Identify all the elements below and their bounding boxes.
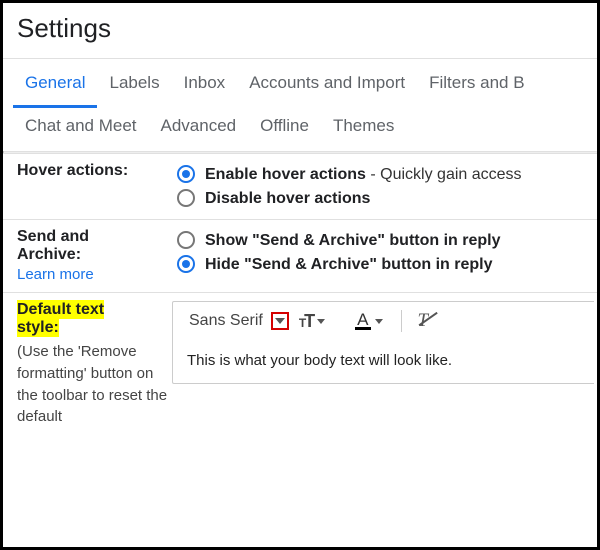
default-style-label-2: style:	[17, 318, 59, 337]
formatting-toolbar: Sans Serif TT A T This is what your body…	[172, 301, 594, 384]
tab-accounts[interactable]: Accounts and Import	[237, 59, 417, 108]
hide-send-archive-label[interactable]: Hide "Send & Archive" button in reply	[205, 254, 493, 276]
remove-formatting-icon: T	[418, 310, 429, 331]
hover-disable-label[interactable]: Disable hover actions	[205, 188, 370, 210]
text-style-preview: This is what your body text will look li…	[185, 346, 584, 379]
tab-advanced[interactable]: Advanced	[149, 108, 249, 151]
remove-formatting-button[interactable]: T	[414, 310, 433, 332]
show-send-archive-label[interactable]: Show "Send & Archive" button in reply	[205, 230, 501, 252]
caret-down-icon	[317, 319, 325, 324]
tab-themes[interactable]: Themes	[321, 108, 406, 151]
font-size-button[interactable]: TT	[295, 311, 329, 332]
default-style-label: Default text style:	[17, 300, 104, 337]
tab-inbox[interactable]: Inbox	[172, 59, 238, 108]
tab-general[interactable]: General	[13, 59, 97, 108]
send-archive-label-1: Send and	[17, 228, 89, 245]
send-archive-label-2: Archive:	[17, 246, 81, 263]
learn-more-link[interactable]: Learn more	[17, 266, 94, 283]
page-title: Settings	[17, 13, 583, 44]
hover-enable-desc: - Quickly gain access	[366, 166, 522, 183]
section-default-text-style: Default text style: (Use the 'Remove for…	[3, 292, 597, 462]
tab-chat[interactable]: Chat and Meet	[13, 108, 149, 151]
radio-hide-send-archive[interactable]	[177, 255, 195, 273]
radio-show-send-archive[interactable]	[177, 231, 195, 249]
tab-offline[interactable]: Offline	[248, 108, 321, 151]
hover-actions-label: Hover actions:	[17, 162, 128, 179]
toolbar-separator	[401, 310, 402, 332]
caret-down-icon	[375, 319, 383, 324]
section-hover-actions: Hover actions: Enable hover actions - Qu…	[3, 153, 597, 219]
text-size-icon: TT	[299, 311, 313, 332]
show-send-archive-text: Show "Send & Archive" button in reply	[205, 232, 501, 249]
text-color-button[interactable]: A	[349, 313, 388, 330]
default-style-help: (Use the 'Remove formatting' button on t…	[17, 341, 177, 428]
caret-down-icon	[275, 318, 285, 324]
font-family-button[interactable]: Sans Serif	[185, 310, 265, 332]
tab-filters[interactable]: Filters and B	[417, 59, 536, 108]
radio-hover-disable[interactable]	[177, 189, 195, 207]
hover-disable-strong: Disable hover actions	[205, 190, 370, 207]
hover-enable-label[interactable]: Enable hover actions - Quickly gain acce…	[205, 164, 522, 186]
hover-enable-strong: Enable hover actions	[205, 166, 366, 183]
tabs-primary: General Labels Inbox Accounts and Import…	[3, 58, 597, 151]
section-send-archive: Send and Archive: Learn more Show "Send …	[3, 219, 597, 292]
text-color-icon: A	[355, 313, 370, 330]
tab-labels[interactable]: Labels	[97, 59, 171, 108]
default-style-label-1: Default text	[17, 300, 104, 319]
font-family-dropdown[interactable]	[271, 312, 289, 330]
hide-send-archive-text: Hide "Send & Archive" button in reply	[205, 256, 493, 273]
radio-hover-enable[interactable]	[177, 165, 195, 183]
